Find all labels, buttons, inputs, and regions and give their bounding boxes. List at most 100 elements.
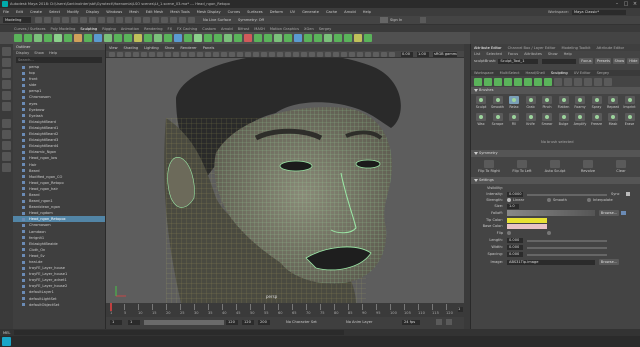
menu-mesh-display[interactable]: Mesh Display xyxy=(197,10,221,14)
live-surface-label[interactable]: No Live Surface xyxy=(203,18,231,22)
sculpt-tool-icon[interactable] xyxy=(474,77,482,86)
sculpt-shelf-icon[interactable] xyxy=(64,34,72,42)
viewport-menu-item[interactable]: Renderer xyxy=(180,46,196,50)
brush-flatten-button[interactable]: Flatten xyxy=(556,96,572,109)
sculpt-tool-icon[interactable] xyxy=(524,77,532,86)
attr-header-tab[interactable]: Modeling Toolkit xyxy=(562,46,591,50)
brushes-section-header[interactable]: Brushes xyxy=(471,87,640,94)
workspace-selector[interactable]: Maya Classic* xyxy=(572,9,626,15)
sculpt-tool-icon[interactable] xyxy=(604,77,612,86)
symmetry-section-header[interactable]: Symmetry xyxy=(471,150,640,157)
outliner-menu-item[interactable]: Display xyxy=(16,51,29,55)
sculpt-shelf-icon[interactable] xyxy=(234,34,242,42)
sculpt-shelf-icon[interactable] xyxy=(334,34,342,42)
sculpt-shelf-icon[interactable] xyxy=(264,34,272,42)
time-slider[interactable]: 1 5 10 15 20 25 30 35 40 45 50 55 60 65 70 75 80 85 90 95 10… xyxy=(106,303,464,317)
sculpt-shelf-icon[interactable] xyxy=(124,34,132,42)
sculpt-shelf-icon[interactable] xyxy=(134,34,142,42)
sculpt-tool-icon[interactable] xyxy=(554,77,562,86)
current-frame-field[interactable]: 1 xyxy=(458,307,463,312)
viewport-tool-icon[interactable] xyxy=(253,51,259,57)
anim-layer-label[interactable]: No Anim Layer xyxy=(346,320,372,324)
menu-arnold[interactable]: Arnold xyxy=(344,10,356,14)
width-slider[interactable] xyxy=(527,246,607,249)
range-start-field[interactable]: 1 xyxy=(128,320,140,325)
anim-end-field[interactable]: 200 xyxy=(258,320,270,325)
viewport-tool-icon[interactable] xyxy=(181,51,187,57)
brush-sculpt-button[interactable]: Sculpt xyxy=(473,96,489,109)
outliner-item[interactable]: defaultObjectSet xyxy=(13,302,105,308)
sculpt-shelf-icon[interactable] xyxy=(184,34,192,42)
sculpt-tool-icon[interactable] xyxy=(504,77,512,86)
sculpt-shelf-icon[interactable] xyxy=(14,34,22,42)
symmetry-button[interactable]: Flip To Left xyxy=(506,160,538,173)
close-icon[interactable]: × xyxy=(630,0,640,8)
attr-menu-item[interactable]: Attributes xyxy=(524,52,542,56)
viewport-tool-icon[interactable] xyxy=(301,51,307,57)
menu-cache[interactable]: Cache xyxy=(326,10,337,14)
sculpt-shelf-icon[interactable] xyxy=(44,34,52,42)
shelf-tab[interactable]: Custom xyxy=(202,27,216,31)
status-tool-icon[interactable] xyxy=(53,17,60,23)
shelf-tab[interactable]: Sculpting xyxy=(80,27,97,31)
viewport-tool-icon[interactable] xyxy=(293,51,299,57)
viewport-tool-icon[interactable] xyxy=(341,51,347,57)
menu-mesh-tools[interactable]: Mesh Tools xyxy=(170,10,189,14)
menu-edit-mesh[interactable]: Edit Mesh xyxy=(146,10,164,14)
sculpt-shelf-icon[interactable] xyxy=(254,34,262,42)
sculpt-shelf-icon[interactable] xyxy=(244,34,252,42)
sculpt-shelf-icon[interactable] xyxy=(194,34,202,42)
menu-display[interactable]: Display xyxy=(86,10,99,14)
viewport-tool-icon[interactable] xyxy=(389,51,395,57)
sculpt-shelf-icon[interactable] xyxy=(224,34,232,42)
shelf-tab[interactable]: Rendering xyxy=(144,27,162,31)
layout-side-icon[interactable] xyxy=(2,141,11,150)
status-tool-icon[interactable] xyxy=(161,17,168,23)
sculpt-tool-icon[interactable] xyxy=(484,77,492,86)
sculpt-shelf-icon[interactable] xyxy=(354,34,362,42)
linear-radio[interactable] xyxy=(507,198,511,202)
size-field[interactable]: 1.0 xyxy=(507,204,519,209)
viewport-tool-icon[interactable] xyxy=(245,51,251,57)
viewport-tool-icon[interactable] xyxy=(213,51,219,57)
color-space-field[interactable]: sRGB gamma xyxy=(433,51,457,57)
shelf-tab[interactable]: MASH xyxy=(254,27,265,31)
sculpt-shelf-icon[interactable] xyxy=(204,34,212,42)
brush-erase-button[interactable]: Erase xyxy=(622,113,638,126)
brush-knife-button[interactable]: Knife xyxy=(523,113,539,126)
menu-windows[interactable]: Windows xyxy=(106,10,122,14)
status-tool-icon[interactable] xyxy=(89,17,96,23)
brush-amplify-button[interactable]: Amplify xyxy=(572,113,588,126)
flip-radio[interactable] xyxy=(507,231,511,235)
sculpt-shelf-icon[interactable] xyxy=(84,34,92,42)
menu-curves[interactable]: Curves xyxy=(228,10,240,14)
sculpt-shelf-icon[interactable] xyxy=(54,34,62,42)
shelf-tab[interactable]: FX Caching xyxy=(177,27,197,31)
viewport-tool-icon[interactable] xyxy=(277,51,283,57)
start-frame-field[interactable]: 1 xyxy=(110,320,122,325)
menu-uv[interactable]: UV xyxy=(290,10,295,14)
shelf-tab[interactable]: FX xyxy=(168,27,173,31)
status-tool-icon[interactable] xyxy=(152,17,159,23)
exposure-field[interactable]: 0.00 xyxy=(401,51,413,57)
brush-pinch-button[interactable]: Pinch xyxy=(539,96,555,109)
sign-in-link[interactable]: Sign In xyxy=(390,18,402,22)
command-language-label[interactable]: MEL xyxy=(3,331,10,335)
move-tool-icon[interactable] xyxy=(2,80,11,89)
attr-header-tab[interactable]: Channel Box / Layer Editor xyxy=(508,46,556,50)
shelf-tab[interactable]: Motion Graphics xyxy=(270,27,299,31)
symmetry-button[interactable]: Flip To Right xyxy=(473,160,505,173)
sculpt-shelf-icon[interactable] xyxy=(74,34,82,42)
menu-modify[interactable]: Modify xyxy=(67,10,79,14)
status-tool-icon[interactable] xyxy=(143,17,150,23)
viewport-tool-icon[interactable] xyxy=(109,51,115,57)
sculpt-tool-icon[interactable] xyxy=(564,77,572,86)
sculpt-tool-icon[interactable] xyxy=(574,77,582,86)
brush-mask-button[interactable]: Mask xyxy=(605,113,621,126)
layout-graph-icon[interactable] xyxy=(2,163,11,172)
viewport-tool-icon[interactable] xyxy=(141,51,147,57)
folder-icon[interactable] xyxy=(621,211,626,215)
menu-deform[interactable]: Deform xyxy=(270,10,283,14)
shelf-tab[interactable]: XGen xyxy=(304,27,314,31)
status-tool-icon[interactable] xyxy=(107,17,114,23)
